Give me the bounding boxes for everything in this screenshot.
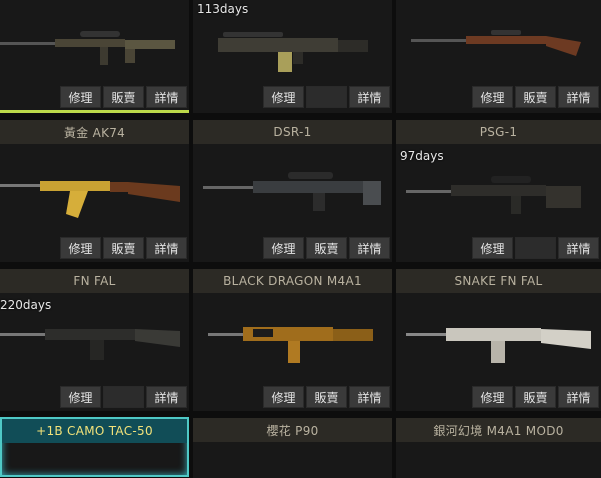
- detail-button[interactable]: 詳情: [349, 237, 390, 259]
- weapon-card-sakura-p90[interactable]: 櫻花 P90: [193, 418, 392, 478]
- weapon-card-sniper-rifle[interactable]: 修理 販賣 詳情: [0, 0, 189, 113]
- detail-button[interactable]: 詳情: [146, 386, 187, 408]
- weapon-card-psg1[interactable]: PSG-1 97days 修理 詳情: [396, 120, 601, 262]
- weapon-card-dsr1[interactable]: DSR-1 修理 販賣 詳情: [193, 120, 392, 262]
- sell-button[interactable]: 販賣: [306, 386, 347, 408]
- sell-button[interactable]: 販賣: [515, 386, 556, 408]
- sell-button[interactable]: 販賣: [306, 237, 347, 259]
- repair-button[interactable]: 修理: [60, 86, 101, 108]
- repair-button[interactable]: 修理: [472, 386, 513, 408]
- black-dragon-m4a1-image: [208, 327, 373, 363]
- weapon-name: 銀河幻境 M4A1 MOD0: [396, 418, 601, 442]
- sell-button[interactable]: 販賣: [103, 86, 144, 108]
- weapon-card-gold-ak74[interactable]: 黃金 AK74 修理 販賣 詳情: [0, 120, 189, 262]
- sell-button-disabled: [103, 386, 144, 408]
- weapon-card-camo-tac50[interactable]: +1B CAMO TAC-50: [0, 417, 189, 477]
- weapon-name: 櫻花 P90: [193, 418, 392, 442]
- selected-indicator: [0, 110, 189, 113]
- weapon-card-black-dragon-m4a1[interactable]: BLACK DRAGON M4A1 修理 販賣 詳情: [193, 269, 392, 411]
- detail-button[interactable]: 詳情: [146, 237, 187, 259]
- psg1-image: [406, 176, 581, 214]
- weapon-name: 黃金 AK74: [0, 120, 189, 144]
- weapon-card-kar98[interactable]: 修理 販賣 詳情: [396, 0, 601, 113]
- sell-button-disabled: [306, 86, 347, 108]
- weapon-name: BLACK DRAGON M4A1: [193, 269, 392, 293]
- repair-button[interactable]: 修理: [263, 237, 304, 259]
- bolt-action-rifle-image: [411, 30, 581, 56]
- sell-button[interactable]: 販賣: [515, 86, 556, 108]
- remaining-days: 113days: [197, 2, 249, 16]
- repair-button[interactable]: 修理: [263, 86, 304, 108]
- repair-button[interactable]: 修理: [472, 86, 513, 108]
- weapon-name: FN FAL: [0, 269, 189, 293]
- weapon-card-galaxy-m4a1-mod0[interactable]: 銀河幻境 M4A1 MOD0: [396, 418, 601, 478]
- detail-button[interactable]: 詳情: [349, 386, 390, 408]
- weapon-card-snake-fn-fal[interactable]: SNAKE FN FAL 修理 販賣 詳情: [396, 269, 601, 411]
- detail-button[interactable]: 詳情: [558, 386, 599, 408]
- sell-button-disabled: [515, 237, 556, 259]
- detail-button[interactable]: 詳情: [558, 86, 599, 108]
- detail-button[interactable]: 詳情: [146, 86, 187, 108]
- repair-button[interactable]: 修理: [60, 386, 101, 408]
- gold-ak74-image: [0, 181, 180, 218]
- fn-fal-image: [0, 329, 180, 360]
- detail-button[interactable]: 詳情: [349, 86, 390, 108]
- sniper-rifle-image: [0, 31, 175, 65]
- detail-button[interactable]: 詳情: [558, 237, 599, 259]
- repair-button[interactable]: 修理: [472, 237, 513, 259]
- dsr1-image: [203, 172, 381, 211]
- weapon-card-g36[interactable]: 113days 修理 詳情: [193, 0, 392, 113]
- weapon-name: +1B CAMO TAC-50: [2, 419, 187, 443]
- weapon-name: PSG-1: [396, 120, 601, 144]
- snake-fn-fal-image: [406, 328, 591, 363]
- repair-button[interactable]: 修理: [60, 237, 101, 259]
- repair-button[interactable]: 修理: [263, 386, 304, 408]
- weapon-name: DSR-1: [193, 120, 392, 144]
- weapon-card-fn-fal[interactable]: FN FAL 220days 修理 詳情: [0, 269, 189, 411]
- weapon-name: SNAKE FN FAL: [396, 269, 601, 293]
- sell-button[interactable]: 販賣: [103, 237, 144, 259]
